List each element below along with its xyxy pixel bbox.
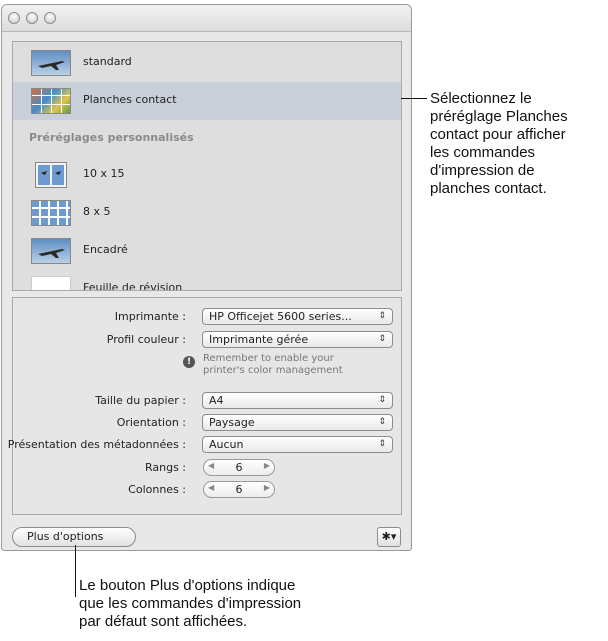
two-photos-icon <box>38 165 64 185</box>
gear-menu-button[interactable]: ✱▾ <box>377 527 401 547</box>
print-window: standard Planches contact Préréglages pe… <box>1 4 412 551</box>
rows-label: Rangs : <box>144 461 186 474</box>
popup-arrows-icon: ⇕ <box>378 395 386 405</box>
callout-line: contact pour afficher <box>430 126 566 143</box>
grid-thumbnail-icon <box>31 200 71 226</box>
metadata-value: Aucun <box>209 438 244 451</box>
callout-line: planches contact. <box>430 180 547 197</box>
preset-label: 10 x 15 <box>83 167 125 180</box>
callout-leader-line <box>401 98 427 99</box>
preset-label: Planches contact <box>83 93 177 106</box>
zoom-button[interactable] <box>44 12 56 24</box>
callout-line: les commandes <box>430 144 536 161</box>
popup-arrows-icon: ⇕ <box>378 311 386 321</box>
preset-item-8x5[interactable]: 8 x 5 <box>13 194 401 232</box>
preset-item-contact-sheet[interactable]: Planches contact <box>13 82 401 120</box>
printer-label: Imprimante : <box>114 310 186 323</box>
warning-icon: ! <box>183 356 195 368</box>
color-profile-value: Imprimante gérée <box>209 333 309 346</box>
custom-presets-header: Préréglages personnalisés <box>29 131 194 144</box>
callout-line: Sélectionnez le <box>430 90 532 107</box>
preset-label: standard <box>83 55 132 68</box>
plane-photo-thumbnail-icon <box>31 238 71 264</box>
contact-sheet-thumbnail-icon <box>31 88 71 114</box>
paper-size-value: A4 <box>209 394 224 407</box>
callout-line: par défaut sont affichées. <box>79 613 248 630</box>
orientation-label: Orientation : <box>116 416 186 429</box>
orientation-popup[interactable]: Paysage ⇕ <box>202 414 393 431</box>
preset-item-encadre[interactable]: Encadré <box>13 232 401 270</box>
right-callout: Sélectionnez le préréglage Planches cont… <box>430 90 568 198</box>
callout-leader-line <box>75 545 76 597</box>
increment-arrow-icon[interactable]: ▶ <box>264 483 270 492</box>
columns-label: Colonnes : <box>128 483 186 496</box>
preset-label: Encadré <box>83 243 128 256</box>
preset-item-standard[interactable]: standard <box>13 44 401 82</box>
minimize-button[interactable] <box>26 12 38 24</box>
printer-popup[interactable]: HP Officejet 5600 series... ⇕ <box>202 308 393 325</box>
color-note-line1: Remember to enable your <box>203 353 334 364</box>
popup-arrows-icon: ⇕ <box>378 334 386 344</box>
two-up-thumbnail-icon <box>35 162 67 188</box>
callout-line: que les commandes d'impression <box>79 595 302 612</box>
paper-size-label: Taille du papier : <box>95 394 186 407</box>
columns-stepper[interactable]: ◀ 6 ▶ <box>203 481 275 498</box>
increment-arrow-icon[interactable]: ▶ <box>264 461 270 470</box>
paper-size-popup[interactable]: A4 ⇕ <box>202 392 393 409</box>
metadata-label: Présentation des métadonnées : <box>7 438 186 451</box>
callout-line: d'impression de <box>430 162 535 179</box>
callout-line: Le bouton Plus d'options indique <box>79 577 296 594</box>
popup-arrows-icon: ⇕ <box>378 417 386 427</box>
metadata-popup[interactable]: Aucun ⇕ <box>202 436 393 453</box>
preset-label: Feuille de révision <box>83 281 183 291</box>
color-profile-popup[interactable]: Imprimante gérée ⇕ <box>202 331 393 348</box>
print-settings-panel: Imprimante : HP Officejet 5600 series...… <box>8 297 402 515</box>
airplane-icon <box>38 61 65 70</box>
orientation-value: Paysage <box>209 416 255 429</box>
title-bar <box>2 5 411 32</box>
plane-photo-thumbnail-icon <box>31 50 71 76</box>
preset-item-feuille-revision[interactable]: Feuille de révision <box>13 270 401 291</box>
close-button[interactable] <box>8 12 20 24</box>
airplane-icon <box>38 249 65 258</box>
popup-arrows-icon: ⇕ <box>378 439 386 449</box>
bottom-callout: Le bouton Plus d'options indique que les… <box>79 577 301 631</box>
more-options-button[interactable]: Plus d'options <box>12 527 136 547</box>
color-note-line2: printer's color management <box>203 365 343 376</box>
color-profile-label: Profil couleur : <box>106 333 186 346</box>
preset-list: standard Planches contact Préréglages pe… <box>12 41 402 291</box>
blank-thumbnail-icon <box>31 276 71 290</box>
callout-line: préréglage Planches <box>430 108 568 125</box>
rows-stepper[interactable]: ◀ 6 ▶ <box>203 459 275 476</box>
printer-value: HP Officejet 5600 series... <box>209 310 352 323</box>
preset-label: 8 x 5 <box>83 205 111 218</box>
preset-item-10x15[interactable]: 10 x 15 <box>13 156 401 194</box>
